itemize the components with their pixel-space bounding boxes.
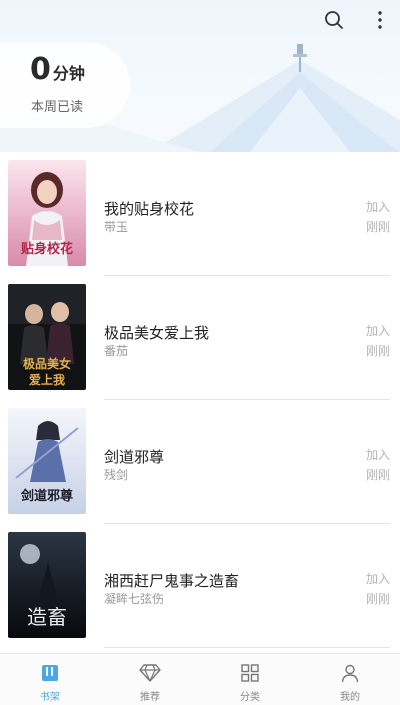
nav-label: 书架 [40,692,60,703]
book-time-label: 刚刚 [365,220,390,234]
book-author: 残剑 [104,468,129,482]
book-added-label: 加入 [365,200,390,214]
cover-title-art: 造畜 [27,605,67,629]
book-added-label: 加入 [365,324,390,338]
cover-title-art: 贴身校花 [21,241,73,257]
book-item-1[interactable]: 贴身校花 我的贴身校花 带玉 加入 刚刚 [0,152,400,276]
book-item-4[interactable]: 造畜 湘西赶尸鬼事之造畜 凝眸七弦伤 加入 刚刚 [0,524,400,648]
minutes-label: 本周已读 [31,100,84,115]
book-added-label: 加入 [365,572,390,586]
more-vertical-icon[interactable] [368,8,392,32]
book-author: 番茄 [104,344,129,358]
nav-item-category[interactable]: 分类 [200,654,300,705]
divider [104,647,390,648]
book-time-label: 刚刚 [365,592,390,606]
bottom-navigation: 书架 推荐 分类 我的 [0,653,400,705]
grid-icon [239,662,261,684]
minutes-value: 0 [30,52,51,87]
book-cover: 剑道邪尊 [8,408,86,514]
nav-item-recommend[interactable]: 推荐 [100,654,200,705]
book-title: 剑道邪尊 [104,448,165,466]
person-icon [339,662,361,684]
reading-header: 0 分钟 本周已读 [0,0,400,152]
minutes-unit: 分钟 [52,64,85,83]
diamond-icon [139,662,161,684]
book-cover: 贴身校花 [8,160,86,266]
bookshelf-icon [39,662,61,684]
book-time-label: 刚刚 [365,468,390,482]
book-item-3[interactable]: 剑道邪尊 剑道邪尊 残剑 加入 刚刚 [0,400,400,524]
weekly-reading-stats[interactable]: 0 分钟 本周已读 [0,42,130,128]
book-added-label: 加入 [365,448,390,462]
book-title: 我的贴身校花 [104,200,195,218]
svg-text:爱上我: 爱上我 [29,372,65,387]
search-icon[interactable] [322,8,346,32]
book-time-label: 刚刚 [365,344,390,358]
nav-item-bookshelf[interactable]: 书架 [0,654,100,705]
cover-title-art: 剑道邪尊 [20,488,73,504]
book-author: 带玉 [104,220,129,234]
book-cover: 造畜 [8,532,86,638]
bookshelf-list: 贴身校花 我的贴身校花 带玉 加入 刚刚 极品美女 爱上我 极品美女爱上我 番茄… [0,152,400,652]
svg-text:极品美女: 极品美女 [23,356,71,371]
nav-label: 我的 [340,692,360,703]
bookshelf-screen: 0 分钟 本周已读 贴身校花 我的贴身校花 带玉 加入 刚刚 极品美女 爱上我 … [0,0,400,705]
reading-minutes: 0 分钟 [30,52,85,87]
header-actions [322,8,392,32]
nav-label: 分类 [240,692,260,703]
book-title: 极品美女爱上我 [104,324,210,342]
nav-item-profile[interactable]: 我的 [300,654,400,705]
book-author: 凝眸七弦伤 [104,592,165,606]
book-cover: 极品美女 爱上我 [8,284,86,390]
nav-label: 推荐 [140,692,160,703]
book-title: 湘西赶尸鬼事之造畜 [104,572,240,590]
book-item-2[interactable]: 极品美女 爱上我 极品美女爱上我 番茄 加入 刚刚 [0,276,400,400]
